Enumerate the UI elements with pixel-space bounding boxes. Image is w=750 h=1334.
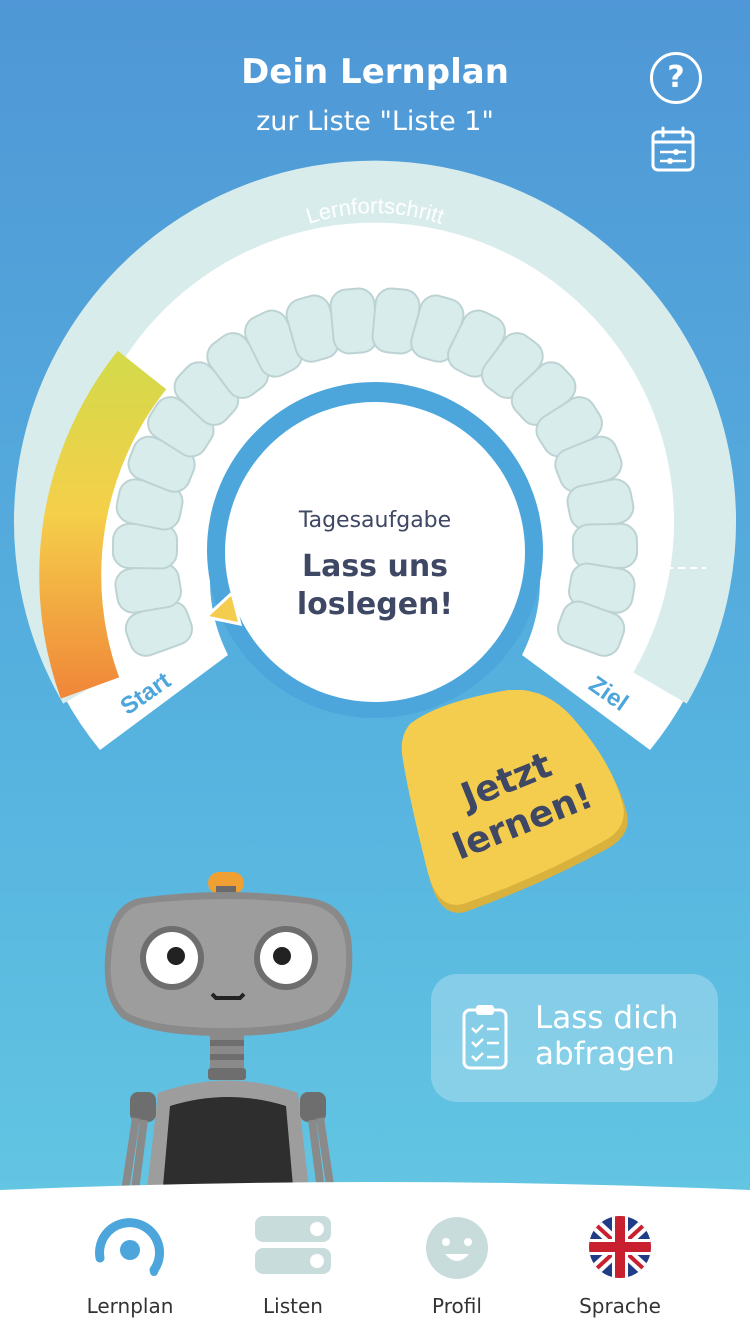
gauge-segment-tile (111, 522, 179, 570)
tab-lernplan[interactable]: Lernplan (55, 1204, 205, 1324)
learning-plan-screen: Dein Lernplan zur Liste "Liste 1" ? Lern… (0, 0, 750, 1334)
tab-listen[interactable]: Listen (218, 1204, 368, 1324)
daily-task-message: Lass uns loslegen! (296, 549, 454, 622)
tab-sprache-label: Sprache (579, 1294, 661, 1318)
gauge-segment-tile (329, 287, 379, 355)
clipboard-checklist-icon (462, 1005, 508, 1070)
progress-ring-icon (95, 1218, 165, 1276)
tab-profil[interactable]: Profil (382, 1204, 532, 1324)
quiz-me-button[interactable]: Lass dich abfragen (431, 974, 718, 1102)
uk-flag-icon (589, 1216, 651, 1278)
tab-lernplan-label: Lernplan (86, 1294, 174, 1318)
tab-profil-label: Profil (432, 1294, 482, 1318)
progress-gauge: Lernfortschritt Start Ziel (14, 160, 736, 751)
gauge-segment-tile (571, 522, 639, 570)
tab-listen-label: Listen (263, 1294, 323, 1318)
robot-mascot (104, 872, 353, 1198)
smiley-face-icon (426, 1217, 488, 1279)
quiz-me-label: Lass dich abfragen (535, 1000, 679, 1072)
lists-icon (255, 1216, 331, 1274)
tab-sprache[interactable]: Sprache (545, 1204, 695, 1324)
daily-task-label: Tagesaufgabe (298, 508, 452, 533)
